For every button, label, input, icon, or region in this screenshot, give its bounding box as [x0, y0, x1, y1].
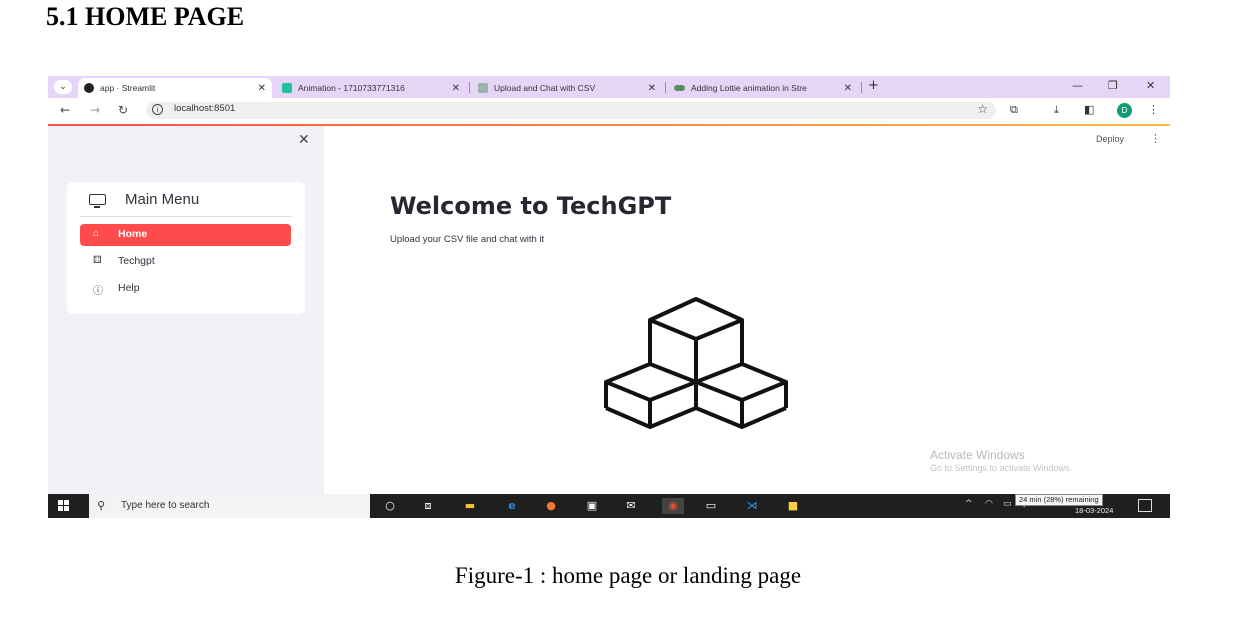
close-icon[interactable]: ✕ [452, 83, 460, 94]
close-icon[interactable]: ✕ [844, 83, 852, 94]
mail-icon[interactable]: ✉ [623, 498, 639, 514]
chatgpt-icon [478, 83, 488, 93]
windows-start-icon[interactable] [58, 500, 70, 512]
wifi-icon[interactable]: ◠ [985, 499, 993, 509]
task-view-icon[interactable]: ⧈ [420, 498, 436, 514]
figure-caption: Figure-1 : home page or landing page [454, 563, 802, 588]
github-icon [674, 85, 685, 91]
search-placeholder: Type here to search [121, 500, 210, 511]
store-icon[interactable]: ▣ [584, 498, 600, 514]
window-close-icon[interactable]: ✕ [1146, 79, 1155, 92]
activation-watermark-title: Activate Windows [930, 448, 1025, 462]
sidebar: ✕ Main Menu ⌂ Home ⚃ Techgpt ⓘ Help [48, 126, 324, 494]
cubes-animation [604, 297, 788, 429]
tab-search-button[interactable]: ⌄ [54, 80, 72, 94]
battery-tooltip: 24 min (28%) remaining [1015, 494, 1103, 506]
reload-icon[interactable]: ↻ [118, 103, 128, 117]
side-panel-icon[interactable]: ◧ [1084, 103, 1094, 116]
url-text: localhost:8501 [174, 103, 236, 114]
firefox-icon[interactable]: ● [543, 498, 559, 514]
menu-divider [80, 216, 292, 217]
edge-icon[interactable]: e [504, 498, 520, 514]
menu-item-home[interactable]: ⌂ Home [80, 224, 291, 246]
tab-divider [665, 82, 666, 93]
cube-top-face [648, 297, 744, 341]
tab-strip: ⌄ app · Streamlit ✕ Animation - 17107337… [48, 76, 1170, 98]
streamlit-icon [84, 83, 94, 93]
cortana-icon[interactable]: ○ [382, 498, 398, 514]
forward-icon[interactable]: → [90, 103, 100, 117]
taskbar-date[interactable]: 18-03-2024 [1075, 506, 1113, 515]
browser-screenshot: ⌄ app · Streamlit ✕ Animation - 17107337… [48, 76, 1170, 518]
cast-icon [89, 194, 106, 208]
restore-icon[interactable]: ❐ [1108, 79, 1118, 92]
tab-label: app · Streamlit [100, 83, 156, 93]
tab-divider [469, 82, 470, 93]
file-explorer-icon[interactable]: ▬ [462, 498, 478, 514]
site-info-icon[interactable]: i [152, 104, 163, 115]
app-menu-icon[interactable]: ⋮ [1150, 132, 1161, 145]
tray-chevron-icon[interactable]: ^ [965, 499, 973, 509]
menu-item-label: Techgpt [118, 255, 155, 267]
menu-title: Main Menu [125, 191, 200, 208]
home-icon: ⌂ [93, 228, 100, 239]
question-icon: ⓘ [93, 286, 103, 297]
bookmark-star-icon[interactable]: ☆ [977, 102, 988, 116]
deploy-button[interactable]: Deploy [1096, 134, 1124, 144]
terminal-icon[interactable]: ▭ [703, 498, 719, 514]
main-menu: Main Menu ⌂ Home ⚃ Techgpt ⓘ Help [67, 182, 305, 314]
boxes-icon: ⚃ [93, 255, 102, 266]
windows-taskbar: ⚲ Type here to search ○ ⧈ ▬ e ● ▣ ✉ ◉ ▭ … [48, 494, 1170, 518]
search-icon: ⚲ [97, 499, 106, 512]
profile-avatar[interactable]: D [1117, 103, 1132, 118]
section-heading: 5.1 HOME PAGE [46, 2, 245, 31]
notification-center-icon[interactable] [1138, 499, 1152, 512]
close-icon[interactable]: ✕ [648, 83, 656, 94]
tab-divider [861, 82, 862, 93]
back-icon[interactable]: ← [60, 103, 70, 117]
extensions-icon[interactable]: ⧉ [1010, 103, 1018, 117]
new-tab-button[interactable]: + [868, 78, 879, 93]
tab-label: Upload and Chat with CSV [494, 83, 596, 93]
sidebar-close-icon[interactable]: ✕ [298, 132, 310, 148]
lottie-icon [282, 83, 292, 93]
tab-lottie-github[interactable]: Adding Lottie animation in Stre ✕ [668, 78, 858, 98]
vscode-icon[interactable]: ⋊ [744, 498, 760, 514]
page-title: Welcome to TechGPT [390, 192, 672, 220]
main-content: Deploy ⋮ Welcome to TechGPT Upload your … [324, 126, 1170, 494]
menu-item-help[interactable]: ⓘ Help [80, 278, 291, 300]
sticky-notes-icon[interactable]: ■ [785, 498, 801, 514]
activation-watermark-text: Go to Settings to activate Windows. [930, 463, 1073, 473]
tab-animation[interactable]: Animation - 1710733771316 ✕ [276, 78, 466, 98]
download-icon[interactable]: ⤓ [1054, 103, 1059, 117]
browser-menu-icon[interactable]: ⋮ [1148, 103, 1159, 116]
address-toolbar: ← → ↻ i localhost:8501 ☆ ⧉ ⤓ ◧ D ⋮ [48, 98, 1170, 124]
tab-label: Adding Lottie animation in Stre [691, 83, 807, 93]
tab-streamlit-app[interactable]: app · Streamlit ✕ [78, 78, 272, 98]
menu-item-techgpt[interactable]: ⚃ Techgpt [80, 251, 291, 273]
close-icon[interactable]: ✕ [258, 83, 266, 94]
minimize-icon[interactable]: — [1072, 79, 1083, 92]
address-bar[interactable]: i localhost:8501 ☆ [146, 102, 996, 119]
menu-item-label: Help [118, 282, 140, 294]
menu-item-label: Home [118, 228, 148, 240]
tab-upload-chat-csv[interactable]: Upload and Chat with CSV ✕ [472, 78, 662, 98]
battery-icon[interactable]: ▭ [1003, 499, 1012, 509]
taskbar-search-box[interactable]: ⚲ Type here to search [89, 494, 370, 518]
chrome-icon[interactable]: ◉ [662, 498, 684, 514]
tab-label: Animation - 1710733771316 [298, 83, 405, 93]
page-subtitle: Upload your CSV file and chat with it [390, 234, 545, 245]
